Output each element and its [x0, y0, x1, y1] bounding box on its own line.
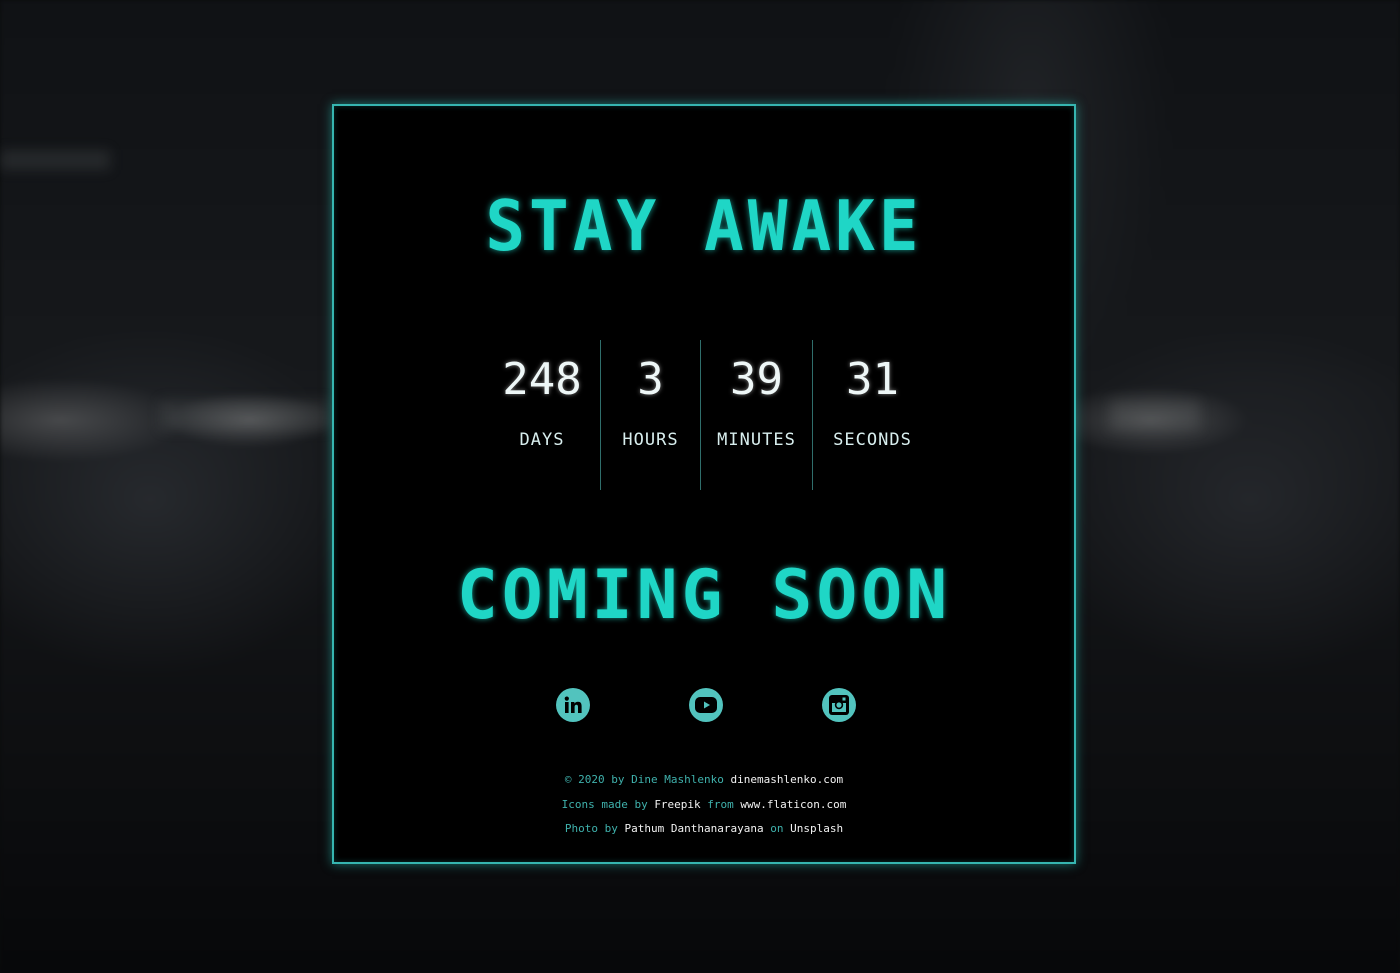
background-blur-detail: [0, 150, 110, 170]
icons-credit-from: from: [707, 797, 734, 811]
background-blur-detail: [1110, 400, 1200, 430]
countdown-minutes: 39 MINUTES: [700, 340, 812, 490]
credit-line-photo: Photo by Pathum Danthanarayana on Unspla…: [334, 817, 1074, 842]
flaticon-link[interactable]: www.flaticon.com: [740, 798, 846, 811]
days-value: 248: [502, 354, 582, 405]
photographer-link[interactable]: Pathum Danthanarayana: [625, 822, 764, 835]
page-title: STAY AWAKE: [485, 186, 923, 267]
youtube-icon: [695, 697, 717, 713]
days-label: DAYS: [519, 430, 565, 450]
countdown-timer: 248 DAYS 3 HOURS 39 MINUTES 31 SECONDS: [484, 340, 932, 490]
countdown-card: STAY AWAKE 248 DAYS 3 HOURS 39 MINUTES 3…: [332, 104, 1076, 864]
background-blur-detail: [160, 400, 330, 430]
credits: © 2020 by Dine Mashlenko dinemashlenko.c…: [334, 768, 1074, 842]
instagram-icon: [829, 695, 849, 715]
hours-value: 3: [637, 354, 664, 405]
hours-label: HOURS: [622, 430, 679, 450]
countdown-hours: 3 HOURS: [600, 340, 700, 490]
seconds-value: 31: [846, 354, 899, 405]
photo-credit-on: on: [770, 822, 784, 835]
minutes-label: MINUTES: [717, 430, 796, 450]
seconds-label: SECONDS: [833, 430, 912, 450]
credit-line-icons: Icons made by Freepik from www.flaticon.…: [334, 793, 1074, 818]
coming-soon-heading: COMING SOON: [456, 556, 952, 635]
social-links: [334, 688, 1074, 724]
linkedin-icon: [564, 696, 582, 713]
instagram-link[interactable]: [822, 688, 856, 722]
photo-credit-prefix: Photo by: [564, 822, 618, 835]
credit-line-copyright: © 2020 by Dine Mashlenko dinemashlenko.c…: [334, 768, 1074, 793]
countdown-days: 248 DAYS: [484, 340, 600, 490]
author-site-link[interactable]: dinemashlenko.com: [730, 773, 843, 786]
unsplash-link[interactable]: Unsplash: [790, 822, 843, 835]
youtube-link[interactable]: [689, 688, 723, 722]
linkedin-link[interactable]: [556, 688, 590, 722]
freepik-link[interactable]: Freepik: [654, 798, 700, 811]
minutes-value: 39: [730, 354, 783, 405]
copyright-text: © 2020 by Dine Mashlenko: [564, 773, 724, 786]
icons-credit-prefix: Icons made by: [561, 797, 648, 811]
countdown-seconds: 31 SECONDS: [812, 340, 932, 490]
